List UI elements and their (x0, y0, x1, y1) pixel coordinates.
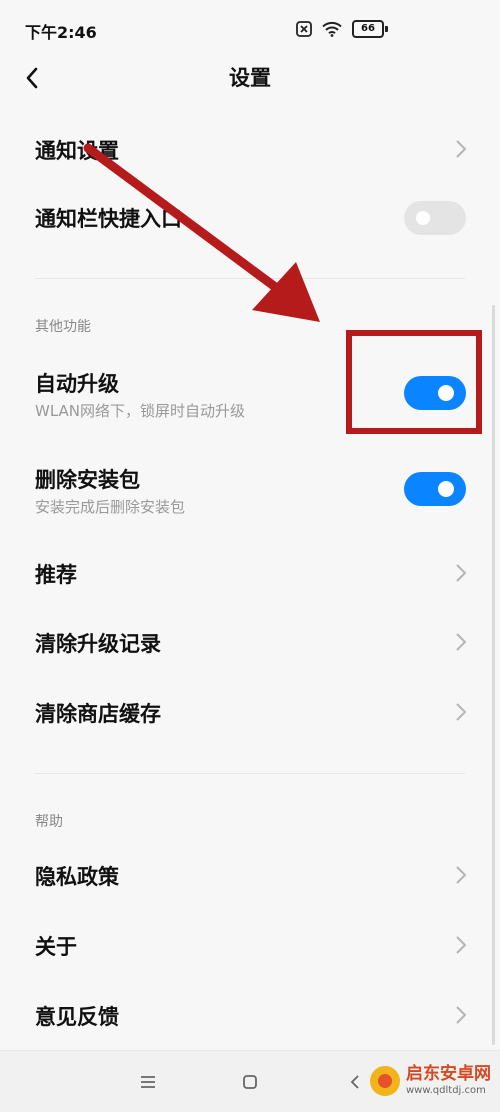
annotation-arrow (83, 143, 320, 322)
annotation-highlight-box (346, 330, 482, 434)
watermark-url: www.qdltdj.com (406, 1085, 486, 1096)
watermark-name: 启东安卓网 (406, 1064, 491, 1084)
watermark-logo-icon (370, 1066, 400, 1096)
watermark: 启东安卓网 www.qdltdj.com (370, 1066, 491, 1096)
watermark-text: 启东安卓网 www.qdltdj.com (406, 1066, 491, 1096)
